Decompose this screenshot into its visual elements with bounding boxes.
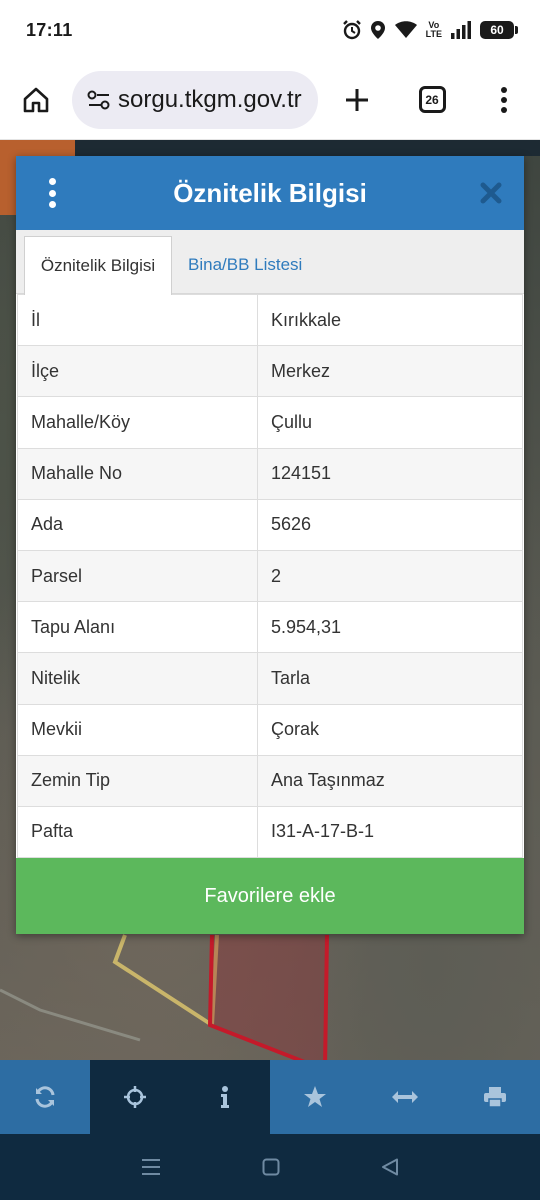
table-row: Parsel 2 — [17, 549, 523, 603]
attribute-key: Parsel — [17, 549, 258, 603]
table-row: Zemin Tip Ana Taşınmaz — [17, 754, 523, 807]
tab-switcher-button[interactable]: 26 — [396, 60, 468, 140]
close-icon[interactable] — [478, 180, 504, 206]
attribute-value: Ana Taşınmaz — [257, 754, 523, 807]
refresh-icon — [35, 1086, 55, 1108]
table-row: İl Kırıkkale — [17, 293, 523, 347]
print-icon — [484, 1087, 506, 1108]
panel-header: Öznitelik Bilgisi — [16, 156, 524, 230]
refresh-button[interactable] — [0, 1060, 90, 1134]
info-icon — [221, 1086, 229, 1108]
table-row: İlçe Merkez — [17, 345, 523, 398]
attribute-key: Ada — [17, 498, 258, 551]
table-row: Nitelik Tarla — [17, 652, 523, 705]
panel-tabs: Öznitelik Bilgisi Bina/BB Listesi — [16, 230, 524, 295]
attribute-value: I31-A-17-B-1 — [257, 805, 523, 859]
wifi-icon — [394, 21, 417, 38]
attribute-key: Pafta — [17, 805, 258, 859]
kebab-menu-icon — [501, 86, 507, 113]
attribute-key: Tapu Alanı — [17, 601, 258, 654]
recents-icon[interactable] — [141, 1158, 161, 1176]
battery-icon: 60 — [480, 21, 518, 39]
tab-oznitelik-bilgisi[interactable]: Öznitelik Bilgisi — [24, 236, 172, 295]
print-button[interactable] — [450, 1060, 540, 1134]
attribute-key: Zemin Tip — [17, 754, 258, 807]
map-toolbar — [0, 1060, 540, 1134]
signal-icon — [451, 21, 471, 39]
attribute-key: Mahalle/Köy — [17, 396, 258, 449]
attribute-value: Kırıkkale — [257, 293, 523, 347]
table-row: Mevkii Çorak — [17, 703, 523, 756]
favorites-button[interactable] — [270, 1060, 360, 1134]
alarm-icon — [342, 20, 361, 40]
attribute-key: İl — [17, 293, 258, 347]
home-icon — [23, 87, 49, 112]
tab-count: 26 — [418, 86, 446, 113]
attribute-key: Nitelik — [17, 652, 258, 705]
status-icons: Vo LTE 60 — [342, 20, 518, 40]
system-nav-bar — [0, 1134, 540, 1200]
volte-icon: Vo LTE — [425, 20, 442, 39]
attribute-value: Tarla — [257, 652, 523, 705]
attribute-value: 2 — [257, 549, 523, 603]
back-icon[interactable] — [381, 1158, 399, 1176]
status-bar: 17:11 Vo LTE 60 — [0, 0, 540, 60]
attribute-value: 5.954,31 — [257, 601, 523, 654]
panel-title: Öznitelik Bilgisi — [173, 177, 367, 208]
attribute-key: Mevkii — [17, 703, 258, 756]
table-row: Mahalle/Köy Çullu — [17, 396, 523, 449]
star-icon — [304, 1086, 326, 1107]
table-row: Mahalle No 124151 — [17, 447, 523, 500]
measure-icon — [392, 1091, 418, 1103]
new-tab-button[interactable] — [318, 60, 396, 140]
attribute-value: Çorak — [257, 703, 523, 756]
plus-icon — [346, 88, 368, 111]
home-button[interactable] — [0, 60, 72, 140]
address-bar[interactable]: sorgu.tkgm.gov.tr — [72, 70, 318, 129]
browser-toolbar: sorgu.tkgm.gov.tr 26 — [0, 60, 540, 140]
attribute-panel: Öznitelik Bilgisi Öznitelik Bilgisi Bina… — [16, 156, 524, 934]
home-nav-icon[interactable] — [262, 1158, 280, 1176]
table-row: Ada 5626 — [17, 498, 523, 551]
location-icon — [370, 21, 385, 39]
browser-menu-button[interactable] — [468, 60, 540, 140]
info-button[interactable] — [180, 1060, 270, 1134]
url-text: sorgu.tkgm.gov.tr — [118, 85, 302, 113]
table-row: Tapu Alanı 5.954,31 — [17, 601, 523, 654]
add-favorite-button[interactable]: Favorilere ekle — [16, 858, 524, 934]
attribute-key: Mahalle No — [17, 447, 258, 500]
attribute-value: Çullu — [257, 396, 523, 449]
tab-bina-bb-listesi[interactable]: Bina/BB Listesi — [188, 236, 302, 294]
table-row: Pafta I31-A-17-B-1 — [17, 805, 523, 859]
panel-menu-icon[interactable] — [44, 178, 60, 208]
status-time: 17:11 — [26, 19, 73, 40]
attribute-table: İl Kırıkkale İlçe Merkez Mahalle/Köy Çullu Mah… — [17, 293, 523, 859]
measure-button[interactable] — [360, 1060, 450, 1134]
crosshair-icon — [124, 1086, 146, 1108]
attribute-value: 5626 — [257, 498, 523, 551]
attribute-value: Merkez — [257, 345, 523, 398]
attribute-value: 124151 — [257, 447, 523, 500]
site-settings-icon[interactable] — [84, 90, 114, 110]
locate-button[interactable] — [90, 1060, 180, 1134]
attribute-key: İlçe — [17, 345, 258, 398]
